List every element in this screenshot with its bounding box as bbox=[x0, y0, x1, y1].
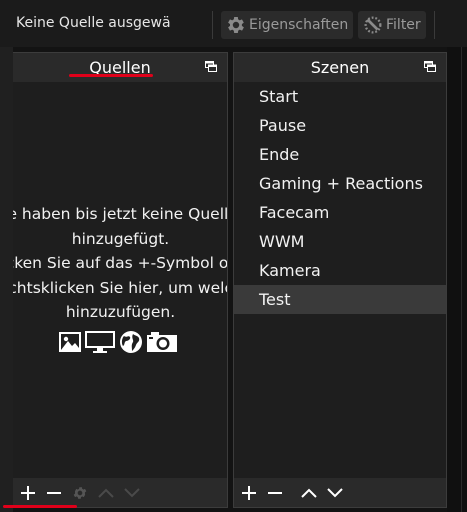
float-dock-icon[interactable] bbox=[205, 61, 217, 72]
scene-item[interactable]: Pause bbox=[234, 111, 446, 140]
sources-list-area[interactable]: Sie haben bis jetzt keine Quellen hinzug… bbox=[13, 82, 227, 478]
source-properties-button[interactable] bbox=[67, 478, 93, 507]
filter-button[interactable]: Filter bbox=[358, 11, 426, 39]
scene-item[interactable]: Gaming + Reactions bbox=[234, 169, 446, 198]
empty-message-line: hinzugefügt. bbox=[71, 229, 170, 248]
move-source-up-button[interactable] bbox=[93, 478, 119, 507]
filter-icon bbox=[364, 16, 382, 34]
scene-item[interactable]: Facecam bbox=[234, 198, 446, 227]
scenes-dock-title: Szenen bbox=[310, 58, 370, 77]
right-divider bbox=[461, 0, 462, 512]
display-icon bbox=[85, 331, 115, 353]
sources-dock-footer bbox=[13, 478, 227, 507]
add-icon bbox=[242, 485, 256, 500]
toolbar-separator bbox=[212, 11, 213, 39]
move-scene-down-button[interactable] bbox=[322, 478, 348, 507]
annotation-underline-title bbox=[69, 74, 153, 77]
float-dock-icon[interactable] bbox=[424, 61, 436, 72]
empty-message-line: Sie haben bis jetzt keine Quellen bbox=[13, 205, 227, 223]
scene-item[interactable]: Ende bbox=[234, 140, 446, 169]
move-scene-up-button[interactable] bbox=[296, 478, 322, 507]
add-source-button[interactable] bbox=[15, 478, 41, 507]
sources-dock: Quellen Sie haben bis jetzt keine Quelle… bbox=[13, 52, 228, 508]
add-scene-button[interactable] bbox=[236, 478, 262, 507]
scene-item[interactable]: Kamera bbox=[234, 256, 446, 285]
window-left-edge bbox=[0, 0, 13, 512]
scenes-list-area: Start Pause Ende Gaming + Reactions Face… bbox=[234, 82, 446, 478]
camera-icon bbox=[147, 332, 177, 352]
selected-source-label: Keine Quelle ausgewä bbox=[16, 15, 171, 31]
sources-dock-title: Quellen bbox=[89, 58, 151, 77]
add-icon bbox=[21, 485, 35, 500]
source-toolbar: Keine Quelle ausgewä Eigenschaften Filte… bbox=[0, 0, 467, 47]
annotation-underline-footer bbox=[3, 505, 77, 508]
gear-icon bbox=[73, 486, 87, 499]
browser-globe-icon bbox=[120, 331, 142, 353]
empty-message-line: Rechtsklicken Sie hier, um welche bbox=[13, 278, 227, 297]
toolbar-separator-2 bbox=[434, 11, 435, 39]
scene-list: Start Pause Ende Gaming + Reactions Face… bbox=[234, 82, 446, 314]
remove-icon bbox=[47, 491, 61, 494]
window-right-edge bbox=[447, 0, 467, 512]
empty-message-line: Klicken Sie auf das +-Symbol oder bbox=[13, 254, 227, 272]
scene-item[interactable]: WWM bbox=[234, 227, 446, 256]
properties-button[interactable]: Eigenschaften bbox=[221, 11, 353, 39]
move-down-icon bbox=[327, 487, 343, 497]
move-down-icon bbox=[124, 487, 140, 497]
remove-source-button[interactable] bbox=[41, 478, 67, 507]
move-up-icon bbox=[98, 488, 114, 498]
empty-sources-message: Sie haben bis jetzt keine Quellen hinzug… bbox=[13, 202, 227, 325]
filter-label: Filter bbox=[386, 17, 421, 33]
properties-label: Eigenschaften bbox=[249, 17, 349, 33]
empty-message-line: hinzuzufügen. bbox=[65, 303, 176, 321]
remove-icon bbox=[268, 491, 282, 494]
remove-scene-button[interactable] bbox=[262, 478, 288, 507]
move-source-down-button[interactable] bbox=[119, 478, 145, 507]
move-up-icon bbox=[301, 488, 317, 498]
image-icon bbox=[59, 332, 81, 352]
scene-item[interactable]: Start bbox=[234, 82, 446, 111]
scene-item-selected[interactable]: Test bbox=[234, 285, 446, 314]
source-type-icons bbox=[58, 330, 178, 354]
scenes-dock-footer bbox=[234, 478, 446, 507]
gear-icon bbox=[228, 17, 244, 33]
scenes-dock: Szenen Start Pause Ende Gaming + Reactio… bbox=[233, 52, 447, 508]
